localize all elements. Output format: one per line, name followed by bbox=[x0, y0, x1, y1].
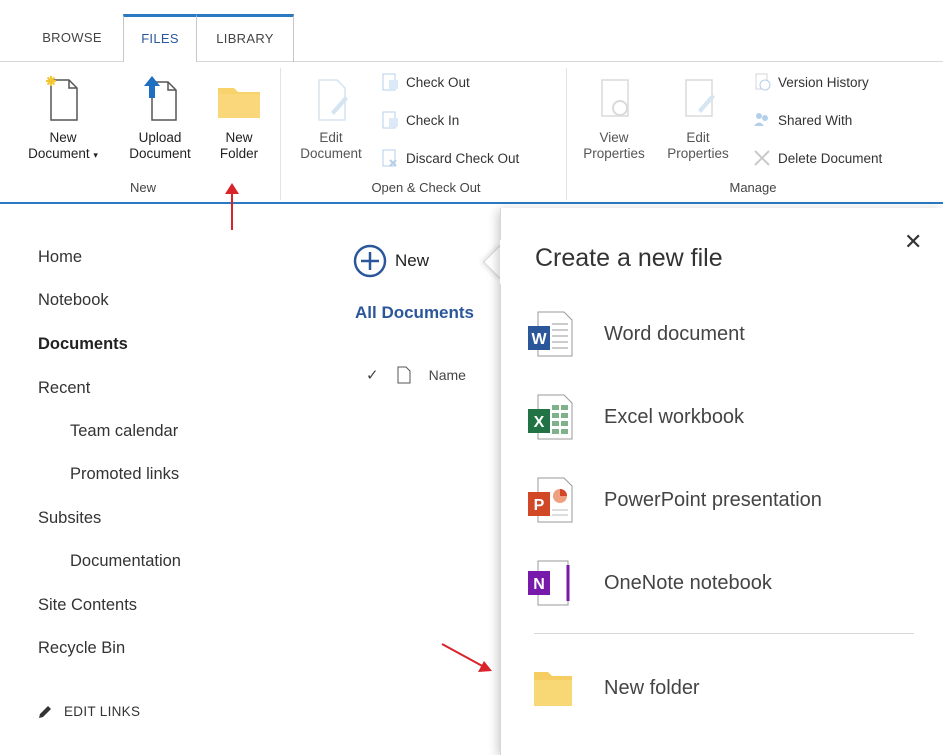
nav-recycle-bin[interactable]: Recycle Bin bbox=[38, 639, 125, 658]
file-type-icon bbox=[397, 366, 411, 384]
nav-documents[interactable]: Documents bbox=[38, 335, 128, 354]
nav-home[interactable]: Home bbox=[38, 248, 82, 267]
edit-properties-label-1: Edit bbox=[686, 130, 710, 145]
delete-icon bbox=[754, 150, 770, 166]
edit-links-button[interactable]: EDIT LINKS bbox=[38, 704, 140, 719]
excel-workbook-label: Excel workbook bbox=[604, 405, 745, 428]
name-column-header[interactable]: Name bbox=[429, 367, 466, 383]
nav-site-contents[interactable]: Site Contents bbox=[38, 596, 137, 615]
upload-icon bbox=[144, 76, 177, 121]
upload-label-1: Upload bbox=[138, 130, 182, 145]
callout-title: Create a new file bbox=[535, 244, 723, 272]
new-folder-ribbon-button[interactable]: New Folder bbox=[208, 74, 270, 162]
new-document-label-2: Document ▾ bbox=[28, 146, 98, 161]
shared-with-icon bbox=[754, 113, 768, 126]
annotation-arrow-icon bbox=[225, 183, 239, 230]
checkmark-icon[interactable]: ✓ bbox=[366, 366, 379, 384]
word-document-label: Word document bbox=[604, 322, 745, 345]
group-separator bbox=[566, 68, 567, 200]
excel-icon: X bbox=[528, 394, 573, 440]
folder-icon bbox=[534, 672, 572, 706]
word-document-option[interactable]: W Word document bbox=[524, 308, 745, 360]
folder-icon bbox=[218, 88, 260, 118]
onenote-notebook-option[interactable]: N OneNote notebook bbox=[524, 557, 772, 609]
group-label-open: Open & Check Out bbox=[371, 180, 481, 195]
annotation-arrow-icon bbox=[441, 643, 492, 672]
new-document-button[interactable]: New Document ▾ bbox=[16, 74, 110, 163]
new-document-icon bbox=[46, 76, 78, 121]
pencil-icon bbox=[39, 705, 51, 718]
svg-text:P: P bbox=[534, 497, 545, 514]
nav-recent[interactable]: Recent bbox=[38, 379, 90, 398]
onenote-icon: N bbox=[528, 560, 570, 606]
edit-properties-label-2: Properties bbox=[667, 146, 729, 161]
edit-document-label-2: Document bbox=[300, 146, 362, 161]
check-out-button[interactable]: Check Out bbox=[380, 72, 470, 92]
view-all-documents[interactable]: All Documents bbox=[355, 303, 474, 323]
excel-workbook-option[interactable]: X Excel workbook bbox=[524, 391, 744, 443]
dropdown-caret-icon: ▾ bbox=[93, 150, 98, 160]
list-header: ✓ Name bbox=[366, 366, 466, 384]
shared-with-button[interactable]: Shared With bbox=[752, 110, 852, 130]
version-history-icon bbox=[755, 73, 771, 91]
check-out-icon bbox=[382, 73, 398, 91]
svg-text:X: X bbox=[534, 414, 545, 431]
delete-document-button[interactable]: Delete Document bbox=[752, 148, 882, 168]
check-in-icon bbox=[382, 111, 398, 129]
powerpoint-icon: P bbox=[528, 477, 573, 523]
group-separator bbox=[280, 68, 281, 200]
ribbon-tabs: BROWSE FILES LIBRARY bbox=[0, 0, 943, 64]
nav-documentation[interactable]: Documentation bbox=[70, 552, 181, 571]
view-properties-label-2: Properties bbox=[583, 146, 645, 161]
view-properties-icon bbox=[601, 79, 629, 117]
powerpoint-presentation-label: PowerPoint presentation bbox=[604, 488, 822, 511]
new-folder-option[interactable]: New folder bbox=[524, 662, 700, 714]
tab-browse[interactable]: BROWSE bbox=[28, 14, 116, 64]
discard-icon bbox=[382, 149, 397, 167]
version-history-button[interactable]: Version History bbox=[752, 72, 869, 92]
tab-files[interactable]: FILES bbox=[123, 14, 197, 64]
tab-library[interactable]: LIBRARY bbox=[197, 14, 294, 64]
check-in-button[interactable]: Check In bbox=[380, 110, 459, 130]
nav-notebook[interactable]: Notebook bbox=[38, 291, 109, 310]
edit-document-label-1: Edit bbox=[319, 130, 343, 145]
edit-properties-icon bbox=[685, 79, 715, 117]
discard-check-out-button[interactable]: Discard Check Out bbox=[380, 148, 519, 168]
new-button[interactable]: New bbox=[353, 244, 429, 278]
new-folder-label-2: Folder bbox=[219, 146, 259, 161]
svg-text:W: W bbox=[531, 331, 547, 348]
ribbon: New Document ▾ Upload Document New Folde… bbox=[0, 62, 943, 204]
nav-team-calendar[interactable]: Team calendar bbox=[70, 422, 178, 441]
view-properties-label-1: View bbox=[599, 130, 629, 145]
callout-pointer-mask bbox=[500, 240, 520, 284]
new-document-label-1: New bbox=[49, 130, 77, 145]
powerpoint-presentation-option[interactable]: P PowerPoint presentation bbox=[524, 474, 822, 526]
group-label-manage: Manage bbox=[729, 180, 777, 195]
callout-divider bbox=[534, 633, 914, 634]
edit-document-icon bbox=[318, 79, 348, 121]
edit-document-button[interactable]: Edit Document bbox=[288, 74, 374, 162]
view-properties-button[interactable]: View Properties bbox=[570, 74, 658, 162]
close-icon[interactable]: ✕ bbox=[904, 229, 922, 255]
nav-subsites[interactable]: Subsites bbox=[38, 509, 101, 528]
upload-label-2: Document bbox=[129, 146, 191, 161]
new-folder-label-1: New bbox=[225, 130, 253, 145]
plus-circle-icon bbox=[353, 244, 387, 278]
svg-text:N: N bbox=[533, 576, 545, 593]
new-folder-label: New folder bbox=[604, 676, 700, 699]
nav-promoted-links[interactable]: Promoted links bbox=[70, 465, 179, 484]
upload-document-button[interactable]: Upload Document bbox=[118, 74, 202, 162]
onenote-notebook-label: OneNote notebook bbox=[604, 571, 772, 594]
edit-properties-button[interactable]: Edit Properties bbox=[656, 74, 740, 162]
new-button-label: New bbox=[395, 251, 430, 270]
word-icon: W bbox=[528, 311, 573, 357]
